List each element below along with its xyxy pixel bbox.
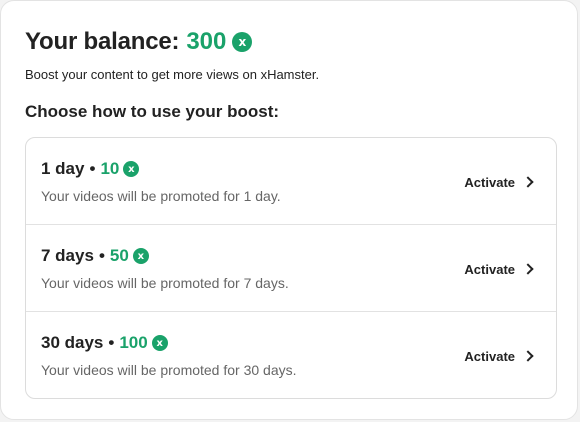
option-cost: 10 — [100, 159, 120, 178]
balance-header: Your balance: 300 x — [25, 27, 253, 57]
option-heading: 1 day • 10 x — [41, 159, 140, 179]
activate-label: Activate — [464, 348, 515, 364]
activate-label: Activate — [464, 174, 515, 190]
boost-card: Your balance: 300 x Boost your content t… — [0, 0, 578, 420]
option-cost: 50 — [109, 246, 129, 265]
boost-option-1-day[interactable]: 1 day • 10 x Your videos will be promote… — [26, 138, 556, 225]
chevron-right-icon — [522, 176, 534, 188]
option-heading: 30 days • 100 x — [41, 333, 168, 353]
activate-button[interactable]: Activate — [464, 174, 534, 190]
option-separator: • — [98, 246, 105, 265]
balance-amount: 300 — [186, 28, 227, 55]
option-description: Your videos will be promoted for 7 days. — [41, 275, 289, 291]
option-separator: • — [89, 159, 96, 178]
option-description: Your videos will be promoted for 1 day. — [41, 188, 281, 204]
boost-option-7-days[interactable]: 7 days • 50 x Your videos will be promot… — [26, 225, 556, 312]
option-duration: 7 days — [41, 246, 94, 265]
option-separator: • — [108, 333, 115, 352]
boost-option-30-days[interactable]: 30 days • 100 x Your videos will be prom… — [26, 312, 556, 398]
activate-button[interactable]: Activate — [464, 348, 534, 364]
activate-label: Activate — [464, 261, 515, 277]
option-duration: 30 days — [41, 333, 104, 352]
option-heading: 7 days • 50 x — [41, 246, 149, 266]
x-coin-icon: x — [232, 32, 253, 52]
option-description: Your videos will be promoted for 30 days… — [41, 362, 297, 378]
chevron-right-icon — [522, 263, 534, 275]
boost-options-list: 1 day • 10 x Your videos will be promote… — [25, 137, 557, 399]
x-coin-icon: x — [151, 335, 168, 351]
x-coin-icon: x — [123, 161, 140, 177]
option-cost: 100 — [119, 333, 148, 352]
balance-label: Your balance: — [25, 28, 180, 55]
option-duration: 1 day — [41, 159, 85, 178]
section-title: Choose how to use your boost: — [25, 102, 280, 121]
boost-subtitle: Boost your content to get more views on … — [25, 67, 320, 82]
x-coin-icon: x — [132, 248, 149, 264]
activate-button[interactable]: Activate — [464, 261, 534, 277]
chevron-right-icon — [522, 350, 534, 362]
